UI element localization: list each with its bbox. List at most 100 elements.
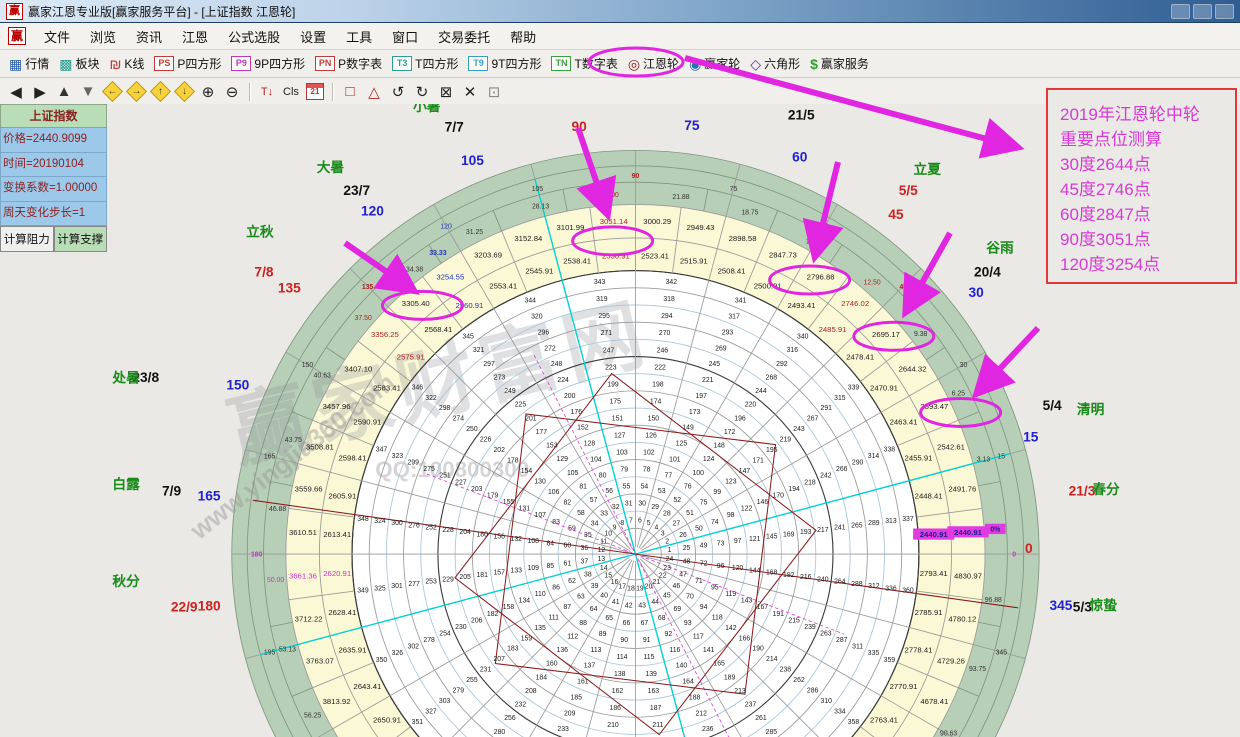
svg-text:205: 205 (459, 574, 471, 581)
calendar-day: 21 (311, 87, 320, 96)
svg-text:266: 266 (836, 466, 848, 473)
toolbar-button-9p-square[interactable]: P99P四方形 (226, 53, 310, 74)
svg-text:344: 344 (525, 298, 537, 305)
tool-button-rotate-ccw[interactable]: ↺ (387, 81, 409, 103)
tool-button-draw-square[interactable]: □ (339, 81, 361, 103)
toolbar-button-p-square[interactable]: PSP四方形 (149, 53, 226, 74)
menu-item-gann[interactable]: 江恩 (172, 23, 218, 50)
toolbar-button-hexagon[interactable]: ◇六角形 (745, 53, 805, 74)
svg-text:347: 347 (376, 446, 388, 453)
menu-item-help[interactable]: 帮助 (500, 23, 546, 50)
svg-text:93.75: 93.75 (969, 666, 986, 673)
tool-button-draw-triangle[interactable]: △ (363, 81, 385, 103)
menu-item-window[interactable]: 窗口 (382, 23, 428, 50)
svg-text:294: 294 (661, 313, 673, 320)
toolbar-separator (249, 83, 250, 101)
svg-text:34.38: 34.38 (406, 266, 423, 273)
tool-button-select-region[interactable]: ⊠ (435, 81, 457, 103)
svg-text:239: 239 (804, 624, 816, 631)
svg-text:145: 145 (766, 534, 778, 541)
svg-text:3712.22: 3712.22 (295, 615, 323, 624)
svg-text:156: 156 (493, 534, 505, 541)
tool-button-nav-right[interactable]: ▶ (29, 81, 51, 103)
svg-text:31.25: 31.25 (466, 229, 483, 236)
tool-button-fit-view[interactable]: ✕ (459, 81, 481, 103)
calc-support-button[interactable]: 计算支撑 (54, 226, 108, 252)
toolbar-button-winner-service[interactable]: $赢家服务 (805, 53, 874, 74)
svg-text:清明: 清明 (1077, 401, 1105, 417)
svg-text:27: 27 (673, 520, 681, 527)
svg-text:91: 91 (643, 637, 651, 644)
menu-item-news[interactable]: 资讯 (126, 23, 172, 50)
svg-text:41: 41 (612, 599, 620, 606)
svg-text:107: 107 (535, 512, 547, 519)
menu-item-tools[interactable]: 工具 (336, 23, 382, 50)
toolbar-button-winner-wheel[interactable]: ◉赢家轮 (684, 53, 745, 74)
close-button[interactable] (1215, 4, 1234, 19)
tool-button-nav-left[interactable]: ◀ (5, 81, 27, 103)
menu-item-formula-stock-pick[interactable]: 公式选股 (218, 23, 290, 50)
sector-blocks-icon: ▩ (59, 57, 72, 71)
svg-text:180: 180 (476, 531, 488, 538)
svg-text:240: 240 (817, 576, 829, 583)
menu-item-browse[interactable]: 浏览 (80, 23, 126, 50)
tool-button-pan-up[interactable]: ↑ (149, 81, 171, 103)
svg-text:128: 128 (584, 441, 596, 448)
tool-button-pan-left[interactable]: ← (101, 81, 123, 103)
svg-text:311: 311 (852, 644, 863, 651)
menu-item-file[interactable]: 文件 (34, 23, 80, 50)
tool-button-zoom-out[interactable]: ⊖ (221, 81, 243, 103)
toolbar-button-gann-wheel[interactable]: ◎江恩轮 (623, 53, 684, 74)
tool-button-price-scale[interactable]: T↓ (256, 81, 278, 103)
tool-button-pan-right[interactable]: → (125, 81, 147, 103)
svg-text:242: 242 (820, 473, 832, 480)
tool-button-cls[interactable]: Cls (280, 81, 302, 103)
svg-text:335: 335 (868, 650, 880, 657)
toolbar-button-t-square[interactable]: T3T四方形 (387, 53, 463, 74)
toolbar-button-kline[interactable]: ₪K线 (105, 53, 150, 74)
calc-resistance-button[interactable]: 计算阻力 (0, 226, 54, 252)
svg-text:86: 86 (552, 585, 560, 592)
menu-item-trade-entrust[interactable]: 交易委托 (428, 23, 500, 50)
svg-text:92: 92 (665, 631, 673, 638)
svg-text:105: 105 (461, 153, 484, 168)
svg-text:2763.41: 2763.41 (870, 716, 898, 725)
tool-button-calendar[interactable]: 21 (304, 81, 326, 103)
tool-button-nav-down[interactable]: ▼ (77, 81, 99, 103)
toolbar-button-sectors[interactable]: ▩板块 (54, 53, 104, 74)
toolbar-button-t-number-table[interactable]: TNT数字表 (546, 53, 622, 74)
menu-item-settings[interactable]: 设置 (290, 23, 336, 50)
svg-text:132: 132 (511, 536, 523, 543)
svg-text:151: 151 (612, 415, 624, 422)
toolbar-button-p-number-table[interactable]: PNP数字表 (310, 53, 387, 74)
tool-button-nav-up[interactable]: ▲ (53, 81, 75, 103)
maximize-button[interactable] (1193, 4, 1212, 19)
tool-button-presentation[interactable]: ⊡ (483, 81, 505, 103)
tool-button-pan-down[interactable]: ↓ (173, 81, 195, 103)
svg-text:320: 320 (531, 314, 543, 321)
toolbar-button-9t-square[interactable]: T99T四方形 (463, 53, 546, 74)
svg-text:3559.66: 3559.66 (295, 485, 323, 494)
svg-text:152: 152 (577, 425, 589, 432)
svg-text:3508.81: 3508.81 (306, 443, 334, 452)
svg-text:3152.84: 3152.84 (514, 234, 543, 243)
minimize-button[interactable] (1171, 4, 1190, 19)
svg-text:3763.07: 3763.07 (306, 657, 334, 666)
svg-text:337: 337 (902, 516, 914, 523)
svg-text:82: 82 (563, 499, 571, 506)
svg-text:217: 217 (817, 527, 829, 534)
svg-text:5/5: 5/5 (899, 183, 918, 198)
panel-row-price: 价格=2440.9099 (0, 128, 107, 153)
window-title: 赢家江恩专业版[赢家服务平台] - [上证指数 江恩轮] (28, 3, 295, 20)
svg-text:2530.91: 2530.91 (602, 251, 630, 260)
tool-button-zoom-in[interactable]: ⊕ (197, 81, 219, 103)
svg-text:2778.41: 2778.41 (905, 646, 933, 655)
svg-text:291: 291 (821, 405, 833, 412)
svg-text:104: 104 (590, 456, 602, 463)
svg-text:96: 96 (717, 563, 725, 570)
svg-text:17: 17 (618, 583, 626, 590)
svg-text:56.25: 56.25 (304, 713, 321, 720)
svg-text:14: 14 (600, 565, 608, 572)
toolbar-button-quotes[interactable]: ▦行情 (4, 53, 54, 74)
tool-button-rotate-cw[interactable]: ↻ (411, 81, 433, 103)
